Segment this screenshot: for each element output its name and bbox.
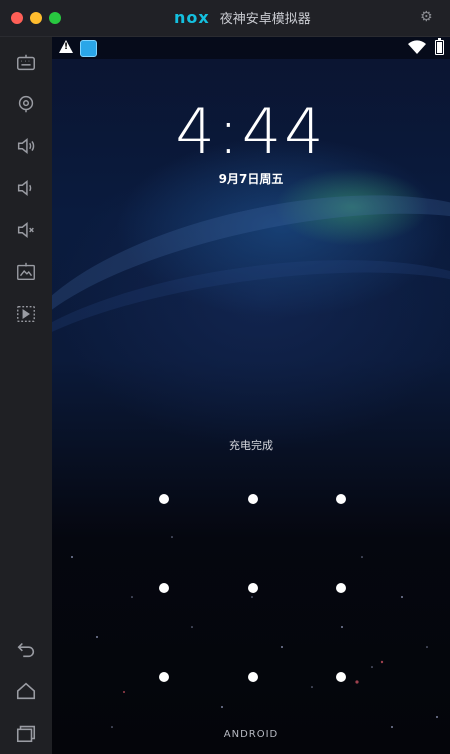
back-button[interactable] (14, 637, 38, 661)
recent-apps-icon (16, 725, 36, 743)
window-title: 夜神安卓模拟器 (219, 12, 311, 27)
location-icon (18, 95, 34, 113)
recent-apps-button[interactable] (14, 721, 38, 745)
video-icon (17, 305, 35, 323)
pattern-dot[interactable] (159, 672, 169, 682)
mute-icon (17, 222, 34, 238)
close-window-button[interactable] (11, 12, 23, 24)
status-bar (52, 37, 450, 59)
screenshot-icon (17, 262, 35, 281)
minimize-window-button[interactable] (30, 12, 42, 24)
pattern-dot[interactable] (336, 583, 346, 593)
pattern-dot[interactable] (248, 494, 258, 504)
settings-gear-icon[interactable]: ⚙ (420, 10, 434, 24)
charging-status: 充电完成 (229, 439, 273, 452)
volume-down-icon (17, 180, 32, 196)
android-lockscreen[interactable]: 4:44 9月7日周五 充电完成 ANDROID (52, 37, 450, 754)
volume-up-button[interactable] (14, 134, 38, 158)
home-icon (16, 682, 36, 700)
home-button[interactable] (14, 679, 38, 703)
video-record-button[interactable] (14, 302, 38, 326)
window-brand: nox 夜神安卓模拟器 (174, 8, 311, 27)
location-button[interactable] (14, 92, 38, 116)
back-icon (17, 642, 35, 658)
maximize-window-button[interactable] (49, 12, 61, 24)
pattern-dot[interactable] (159, 583, 169, 593)
warning-icon (59, 40, 73, 53)
android-label: ANDROID (223, 729, 279, 740)
nox-logo: nox (174, 8, 210, 27)
wifi-icon (408, 40, 426, 54)
app-notification-icon (80, 40, 97, 57)
mute-button[interactable] (14, 218, 38, 242)
keyboard-button[interactable] (14, 51, 38, 75)
lockscreen-date: 9月7日周五 (218, 172, 284, 186)
volume-down-button[interactable] (14, 176, 38, 200)
pattern-dot[interactable] (248, 583, 258, 593)
pattern-dot[interactable] (336, 494, 346, 504)
keyboard-icon (17, 54, 35, 71)
toolbar-sidebar (0, 37, 52, 754)
screenshot-button[interactable] (14, 260, 38, 284)
lockscreen-clock: 4:44 (175, 95, 327, 168)
pattern-dot[interactable] (159, 494, 169, 504)
battery-icon (435, 38, 444, 55)
window-titlebar: nox 夜神安卓模拟器 ⚙ (0, 0, 450, 37)
pattern-dot[interactable] (336, 672, 346, 682)
volume-up-icon (17, 138, 35, 154)
pattern-dot[interactable] (248, 672, 258, 682)
